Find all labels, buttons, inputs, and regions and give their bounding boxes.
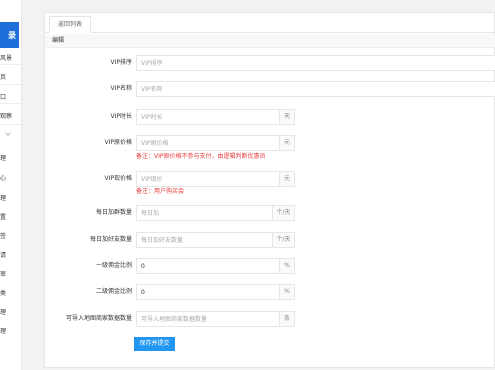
- vip-name-label: VIP名称: [110, 85, 133, 92]
- form-row-daily-add-count: 每日加群数量 个/天: [45, 205, 495, 221]
- sidebar-item-page[interactable]: 页: [0, 72, 21, 81]
- form-row-vip-name: VIP名称: [45, 81, 495, 97]
- sidebar-divider: [0, 103, 21, 104]
- daily-add-count-input[interactable]: [136, 205, 273, 221]
- import-limit-input[interactable]: [136, 311, 280, 327]
- level1-commission-unit: %: [280, 258, 295, 274]
- daily-add-count-unit: 个/天: [273, 205, 295, 221]
- vip-current-price-input[interactable]: [136, 171, 280, 187]
- level1-commission-input[interactable]: [136, 258, 280, 274]
- vip-sort-input[interactable]: [136, 55, 495, 71]
- vip-duration-label: VIP时长: [110, 113, 133, 120]
- edit-card: 返回列表 编辑 VIP排序 VIP名称 VIP时长 天 VIP原价格 元 备注：…: [44, 12, 495, 368]
- sidebar-item-category[interactable]: 类: [0, 288, 21, 297]
- sidebar-item-scenery[interactable]: 风景: [0, 53, 21, 62]
- sidebar-item-request[interactable]: 请: [0, 250, 21, 259]
- vip-current-price-unit: 元: [280, 171, 295, 187]
- level2-commission-input[interactable]: [136, 284, 280, 300]
- chevron-down-icon[interactable]: [5, 130, 11, 136]
- vip-original-price-label: VIP原价格: [104, 139, 133, 146]
- panel-title: 编辑: [45, 34, 495, 48]
- import-limit-label: 可导入地图商家数据数量: [65, 315, 132, 322]
- sidebar-item-manage-2[interactable]: 理: [0, 193, 21, 202]
- daily-friend-count-label: 每日加好友数量: [89, 236, 132, 243]
- form-row-daily-friend-count: 每日加好友数量 个/天: [45, 232, 495, 248]
- form-row-vip-current-price: VIP现价格 元: [45, 171, 495, 187]
- sidebar-item-review[interactable]: 审: [0, 269, 21, 278]
- level2-commission-unit: %: [280, 284, 295, 300]
- daily-friend-count-input[interactable]: [136, 232, 273, 248]
- sidebar-divider: [0, 124, 21, 125]
- import-limit-unit: 条: [280, 311, 295, 327]
- sidebar-divider: [0, 84, 21, 85]
- form-row-level1-commission: 一级佣金比例 %: [45, 258, 495, 274]
- daily-add-count-label: 每日加群数量: [95, 209, 132, 216]
- sidebar-divider: [0, 64, 21, 65]
- tab-bar: 返回列表: [45, 13, 495, 33]
- sidebar-item-settings[interactable]: 置: [0, 212, 21, 221]
- app-logo: 录: [0, 22, 19, 48]
- sidebar: 录 风景 页 口 观察 理 心 理 置 签 请 审 类 理 理: [0, 0, 22, 370]
- form-row-import-limit: 可导入地图商家数据数量 条: [45, 311, 495, 327]
- sidebar-item-sign[interactable]: 签: [0, 231, 21, 240]
- vip-name-input[interactable]: [136, 81, 495, 97]
- level2-commission-label: 二级佣金比例: [95, 288, 132, 295]
- vip-original-price-input[interactable]: [136, 135, 280, 151]
- form-row-vip-original-price: VIP原价格 元: [45, 135, 495, 151]
- vip-original-price-note: 备注：VIP原价格不参与支付，由逻辑判断优惠员: [136, 153, 266, 160]
- tab-back-to-list[interactable]: 返回列表: [49, 16, 92, 33]
- form-row-vip-sort: VIP排序: [45, 55, 495, 71]
- form-row-vip-duration: VIP时长 天: [45, 109, 495, 125]
- vip-original-price-unit: 元: [280, 135, 295, 151]
- sidebar-item-manage-4[interactable]: 理: [0, 326, 21, 335]
- form-row-level2-commission: 二级佣金比例 %: [45, 284, 495, 300]
- sidebar-item-heart[interactable]: 心: [0, 173, 21, 182]
- sidebar-item-manage[interactable]: 理: [0, 153, 21, 162]
- sidebar-item-observe[interactable]: 观察: [0, 111, 21, 120]
- vip-duration-input[interactable]: [136, 109, 280, 125]
- level1-commission-label: 一级佣金比例: [95, 262, 132, 269]
- vip-current-price-note: 备注：用户购买会: [136, 188, 185, 195]
- vip-duration-unit: 天: [280, 109, 295, 125]
- vip-sort-label: VIP排序: [110, 59, 133, 66]
- daily-friend-count-unit: 个/天: [273, 232, 295, 248]
- sidebar-item-manage-3[interactable]: 理: [0, 307, 21, 316]
- save-submit-button[interactable]: 保存并提交: [134, 337, 175, 351]
- sidebar-item-port[interactable]: 口: [0, 92, 21, 101]
- vip-current-price-label: VIP现价格: [104, 175, 133, 182]
